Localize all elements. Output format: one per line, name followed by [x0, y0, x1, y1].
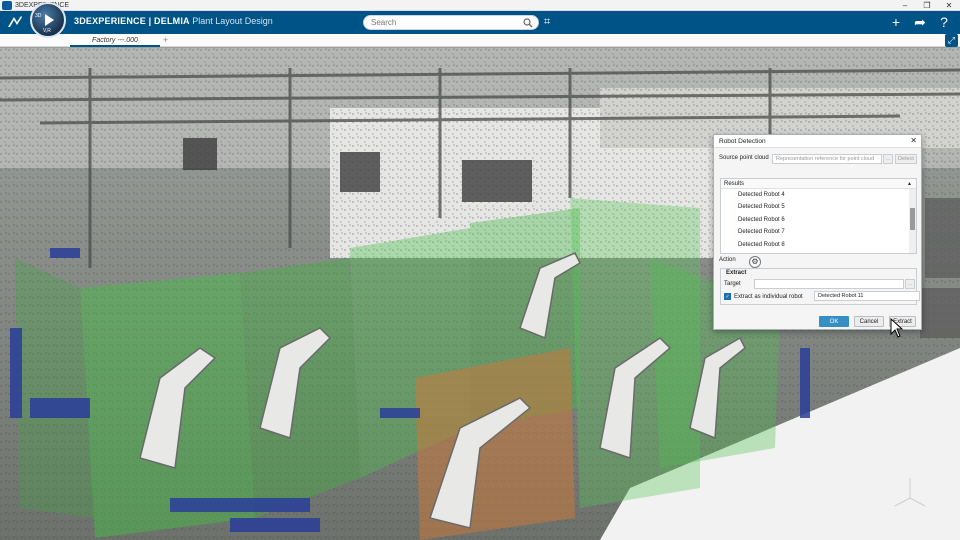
play-icon: [45, 14, 54, 26]
tag-icon[interactable]: ⌗: [544, 16, 556, 28]
detect-button[interactable]: Detect: [895, 154, 917, 164]
app-title: 3DEXPERIENCE | DELMIA Plant Layout Desig…: [74, 16, 273, 26]
extract-individual-label: Extract as individual robot: [734, 294, 803, 300]
source-point-cloud-label: Source point cloud: [719, 155, 769, 161]
source-browse-button[interactable]: ...: [883, 154, 893, 164]
robot-detection-dialog: Robot Detection ✕ Source point cloud Rep…: [713, 134, 922, 330]
add-icon[interactable]: +: [888, 14, 904, 30]
app-name: Plant Layout Design: [192, 16, 273, 26]
results-list: Results ▲ Detected Robot 4 Detected Robo…: [720, 178, 917, 254]
action-gear-icon[interactable]: ⚙: [749, 256, 761, 268]
list-item[interactable]: Detected Robot 8: [721, 239, 916, 251]
source-point-cloud-field[interactable]: Representation reference for point cloud: [772, 154, 882, 164]
search-icon[interactable]: [523, 18, 533, 28]
os-title-bar: 3DEXPERIENCE – ❐ ✕: [0, 0, 960, 11]
extract-group-title: Extract: [726, 270, 747, 276]
list-item[interactable]: Detected Robot 6: [721, 214, 916, 226]
dialog-header: Robot Detection ✕: [714, 135, 921, 148]
search-box[interactable]: [363, 15, 539, 30]
dialog-title: Robot Detection: [719, 138, 766, 145]
share-icon[interactable]: ➦: [912, 14, 928, 30]
tab-bar: Factory ---.000 + ⤢: [0, 34, 960, 47]
extract-name-field[interactable]: Detected Robot 11: [814, 291, 920, 301]
restore-icon[interactable]: ❐: [916, 0, 938, 11]
list-item[interactable]: Detected Robot 5: [721, 201, 916, 213]
tab-factory[interactable]: Factory ---.000: [70, 34, 160, 47]
compass-version: V,R: [43, 28, 51, 34]
mouse-cursor-icon: [890, 318, 904, 338]
compass-label: 3D: [35, 13, 42, 19]
target-browse-button[interactable]: ...: [905, 279, 915, 289]
cancel-button[interactable]: Cancel: [854, 316, 884, 327]
app-logo-icon: [2, 0, 12, 10]
ok-button[interactable]: OK: [819, 316, 849, 327]
help-icon[interactable]: ?: [936, 14, 952, 30]
ds-logo-icon[interactable]: [6, 14, 24, 30]
fullscreen-icon[interactable]: ⤢: [945, 34, 958, 47]
target-field[interactable]: [754, 279, 904, 289]
app-top-bar: 3DEXPERIENCE | DELMIA Plant Layout Desig…: [0, 11, 960, 34]
target-label: Target: [724, 281, 741, 287]
search-input[interactable]: [364, 16, 514, 29]
results-scrollbar[interactable]: [909, 189, 916, 253]
minimize-icon[interactable]: –: [894, 0, 916, 11]
compass-widget[interactable]: 3D V,R: [30, 2, 66, 38]
caret-up-icon[interactable]: ▲: [907, 179, 912, 189]
results-header: Results ▲: [721, 179, 916, 189]
app-brand: 3DEXPERIENCE | DELMIA: [74, 16, 190, 26]
action-label: Action: [719, 257, 736, 263]
scrollbar-thumb[interactable]: [910, 208, 915, 230]
list-item[interactable]: Detected Robot 4: [721, 189, 916, 201]
close-icon[interactable]: ✕: [910, 136, 917, 145]
extract-group: Extract Target ... ✓ Extract as individu…: [720, 268, 920, 305]
results-label: Results: [724, 181, 745, 187]
close-icon[interactable]: ✕: [938, 0, 960, 11]
extract-individual-checkbox[interactable]: ✓: [724, 293, 731, 300]
list-item[interactable]: Detected Robot 7: [721, 226, 916, 238]
add-tab-button[interactable]: +: [163, 34, 168, 47]
